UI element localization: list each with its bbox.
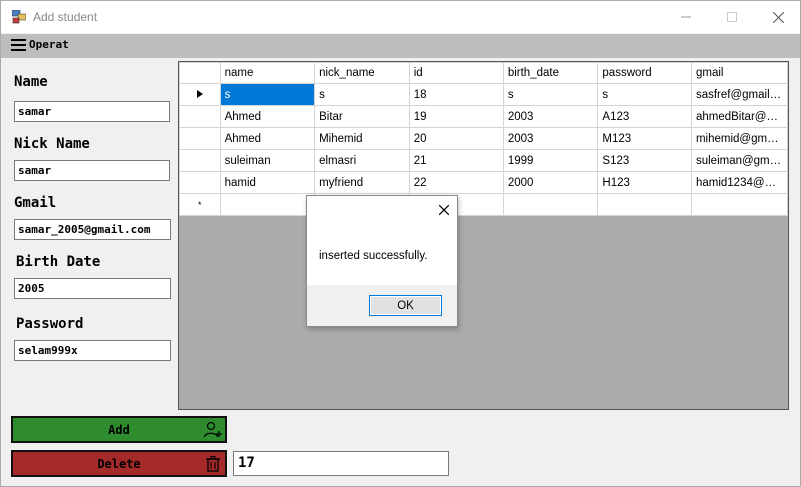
current-row-indicator-icon[interactable] bbox=[179, 83, 221, 106]
add-user-icon bbox=[203, 421, 222, 438]
students-grid[interactable]: name nick_name id birth_date password gm… bbox=[178, 61, 789, 410]
minimize-icon bbox=[681, 16, 691, 18]
table-row[interactable]: Ahmed Mihemid 20 2003 M123 mihemid@gmail… bbox=[179, 127, 788, 150]
grid-cell[interactable]: suleiman@gmail.... bbox=[690, 149, 788, 172]
column-header-id[interactable]: id bbox=[408, 62, 504, 84]
grid-cell[interactable]: hamid1234@gm... bbox=[690, 171, 788, 194]
grid-cell[interactable]: H123 bbox=[597, 171, 692, 194]
grid-cell[interactable]: hamid bbox=[219, 171, 316, 194]
grid-cell[interactable]: 1999 bbox=[502, 149, 599, 172]
grid-cell[interactable]: elmasri bbox=[314, 149, 410, 172]
dialog-close-button[interactable] bbox=[438, 202, 450, 220]
gmail-field[interactable]: samar_2005@gmail.com bbox=[14, 219, 171, 240]
grid-cell-text: suleiman@gmail.... bbox=[695, 154, 782, 167]
close-button[interactable] bbox=[755, 1, 801, 33]
password-field[interactable]: selam999x bbox=[14, 340, 171, 361]
row-header[interactable] bbox=[179, 105, 221, 128]
grid-cell[interactable]: myfriend bbox=[314, 171, 410, 194]
column-header-birth-date[interactable]: birth_date bbox=[502, 62, 599, 84]
nick-name-field[interactable]: samar bbox=[14, 160, 170, 181]
grid-cell[interactable]: ahmedBitar@gm... bbox=[690, 105, 788, 128]
grid-cell[interactable] bbox=[690, 193, 788, 216]
maximize-icon bbox=[727, 12, 737, 22]
ok-button[interactable]: OK bbox=[369, 295, 442, 316]
grid-header-row: name nick_name id birth_date password gm… bbox=[179, 62, 788, 84]
grid-cell[interactable]: 21 bbox=[408, 149, 504, 172]
message-dialog: inserted successfully. OK bbox=[306, 195, 458, 327]
close-icon bbox=[438, 204, 450, 216]
row-header[interactable] bbox=[179, 127, 221, 150]
menu-item-label: Operat bbox=[29, 38, 69, 51]
close-icon bbox=[772, 11, 784, 23]
nick-name-label: Nick Name bbox=[14, 136, 90, 152]
app-icon bbox=[12, 10, 26, 24]
grid-cell[interactable]: suleiman bbox=[219, 149, 316, 172]
grid-cell[interactable]: A123 bbox=[597, 105, 692, 128]
grid-cell[interactable]: Mihemid bbox=[314, 127, 410, 150]
grid-cell-text: mihemid@gmail.... bbox=[695, 132, 782, 145]
maximize-button[interactable] bbox=[709, 1, 755, 33]
menu-bar: Operat bbox=[1, 34, 800, 58]
dialog-message: inserted successfully. bbox=[319, 250, 428, 262]
grid-cell[interactable]: Ahmed bbox=[219, 127, 316, 150]
grid-cell[interactable]: 22 bbox=[408, 171, 504, 194]
window-title: Add student bbox=[33, 10, 98, 24]
row-header[interactable] bbox=[179, 149, 221, 172]
grid-cell[interactable]: s bbox=[597, 83, 692, 106]
grid-cell-text: ahmedBitar@gm... bbox=[695, 110, 782, 123]
grid-cell[interactable]: S123 bbox=[597, 149, 692, 172]
column-header-nick-name[interactable]: nick_name bbox=[314, 62, 410, 84]
new-row-marker[interactable]: * bbox=[179, 193, 221, 216]
student-id-field[interactable]: 17 bbox=[233, 451, 449, 476]
grid-cell[interactable]: 20 bbox=[408, 127, 504, 150]
grid-cell[interactable]: s bbox=[502, 83, 599, 106]
trash-icon bbox=[206, 455, 220, 472]
password-label: Password bbox=[16, 316, 84, 332]
gmail-label: Gmail bbox=[14, 195, 57, 211]
dialog-footer: OK bbox=[307, 285, 457, 326]
students-table: name nick_name id birth_date password gm… bbox=[179, 62, 788, 216]
grid-cell[interactable]: M123 bbox=[597, 127, 692, 150]
title-bar: Add student bbox=[1, 1, 800, 33]
name-label: Name bbox=[14, 74, 48, 90]
grid-cell[interactable]: mihemid@gmail.... bbox=[690, 127, 788, 150]
grid-cell[interactable]: 2003 bbox=[502, 127, 599, 150]
birth-date-field[interactable]: 2005 bbox=[14, 278, 171, 299]
new-row[interactable]: * bbox=[179, 193, 788, 216]
name-field[interactable]: samar bbox=[14, 101, 170, 122]
grid-cell[interactable]: 18 bbox=[408, 83, 504, 106]
grid-cell[interactable]: 2003 bbox=[502, 105, 599, 128]
grid-cell[interactable]: Bitar bbox=[314, 105, 410, 128]
grid-cell[interactable]: 19 bbox=[408, 105, 504, 128]
grid-cell[interactable] bbox=[219, 193, 316, 216]
grid-cell[interactable]: s bbox=[314, 83, 410, 106]
column-header-password[interactable]: password bbox=[597, 62, 692, 84]
add-student-window: Add student Operat Name samar Nick Name … bbox=[0, 0, 801, 487]
row-header[interactable] bbox=[179, 171, 221, 194]
grid-cell[interactable]: 2000 bbox=[502, 171, 599, 194]
grid-cell[interactable]: s bbox=[219, 83, 316, 106]
grid-cell[interactable] bbox=[597, 193, 692, 216]
minimize-button[interactable] bbox=[663, 1, 709, 33]
table-row[interactable]: Ahmed Bitar 19 2003 A123 ahmedBitar@gm..… bbox=[179, 105, 788, 128]
column-header-name[interactable]: name bbox=[219, 62, 316, 84]
menu-item-operat[interactable]: Operat bbox=[11, 38, 69, 51]
grid-cell[interactable]: sasfref@gmail.c... bbox=[690, 83, 788, 106]
delete-button-label: Delete bbox=[97, 456, 141, 471]
grid-cell-text: sasfref@gmail.c... bbox=[695, 88, 782, 101]
grid-cell-text: hamid1234@gm... bbox=[695, 176, 782, 189]
row-header-corner bbox=[179, 62, 221, 84]
table-row[interactable]: hamid myfriend 22 2000 H123 hamid1234@gm… bbox=[179, 171, 788, 194]
delete-button[interactable]: Delete bbox=[11, 450, 227, 477]
grid-cell[interactable] bbox=[502, 193, 599, 216]
table-row[interactable]: s s 18 s s sasfref@gmail.c... bbox=[179, 83, 788, 106]
column-header-gmail[interactable]: gmail bbox=[690, 62, 788, 84]
add-button[interactable]: Add bbox=[11, 416, 227, 443]
hamburger-icon bbox=[11, 38, 26, 51]
table-row[interactable]: suleiman elmasri 21 1999 S123 suleiman@g… bbox=[179, 149, 788, 172]
add-button-label: Add bbox=[108, 422, 130, 437]
grid-cell[interactable]: Ahmed bbox=[219, 105, 316, 128]
birth-date-label: Birth Date bbox=[16, 254, 101, 270]
